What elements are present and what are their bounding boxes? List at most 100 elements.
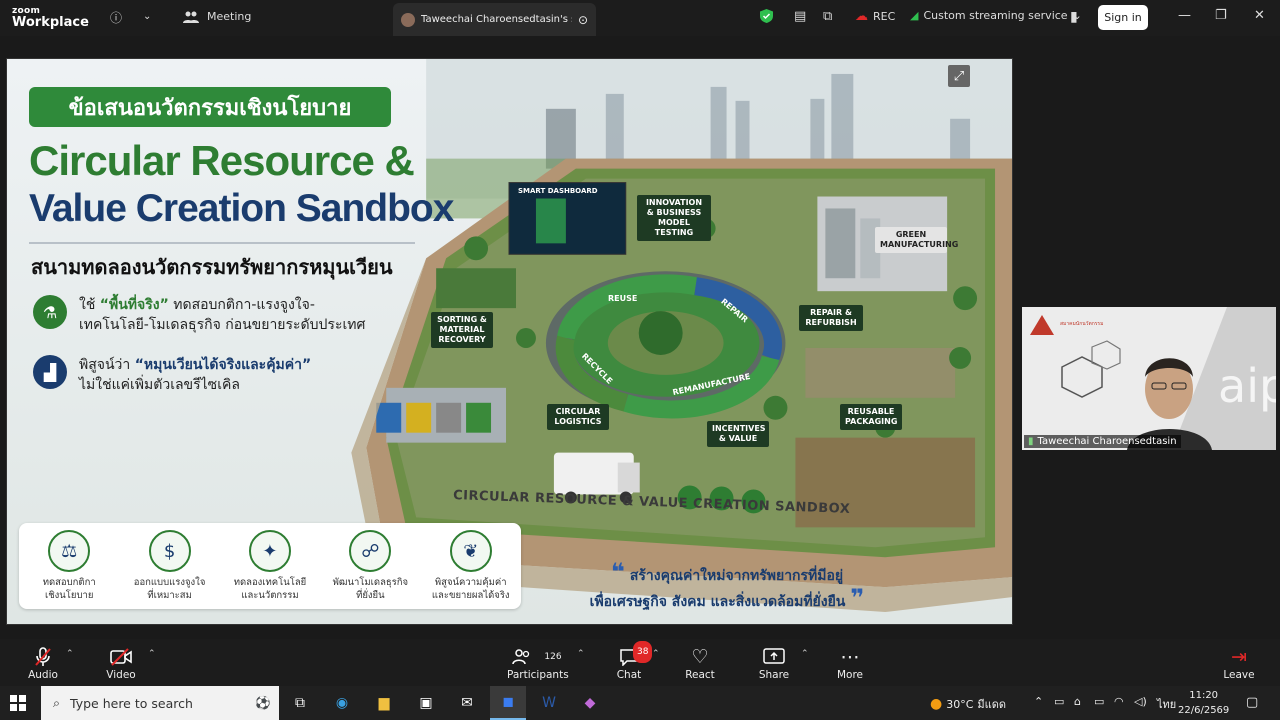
- more-options-icon[interactable]: ⊙: [578, 13, 588, 27]
- info-icon[interactable]: ⓘ: [110, 9, 122, 26]
- taskbar-search[interactable]: ⌕ Type here to search ⚽: [41, 686, 279, 720]
- bullet-text: พิสูจน์ว่า “หมุนเวียนได้จริงและคุ้มค่า” …: [79, 355, 311, 395]
- network-icon[interactable]: ⌂: [1074, 695, 1081, 708]
- weather-widget[interactable]: ● 30°C มีแดด: [930, 695, 1006, 713]
- feature-card: ❦ พิสูจน์ความคุ้มค่า และขยายผลได้จริง: [423, 530, 519, 602]
- store-icon[interactable]: ▣: [408, 686, 444, 720]
- participants-icon: 126: [507, 645, 567, 669]
- label-sorting: SORTING & MATERIAL RECOVERY: [431, 312, 493, 348]
- apps-icon[interactable]: ⧉: [823, 9, 832, 24]
- close-quote-icon: ❞: [850, 584, 865, 612]
- audio-options-caret[interactable]: ⌃: [66, 649, 74, 659]
- chat-button[interactable]: 38 Chat: [599, 641, 659, 681]
- video-options-caret[interactable]: ⌃: [148, 649, 156, 659]
- card-line2: และขยายผลได้จริง: [431, 590, 510, 601]
- participant-count: 126: [544, 652, 562, 662]
- shield-icon[interactable]: [760, 9, 773, 23]
- bullet2-highlight: “หมุนเวียนได้จริงและคุ้มค่า”: [134, 357, 312, 373]
- shared-screen[interactable]: ข้อเสนอนวัตกรรมเชิงนโยบาย Circular Resou…: [6, 58, 1013, 625]
- mail-icon[interactable]: ✉: [449, 686, 485, 720]
- heart-icon: ♡: [691, 646, 709, 668]
- audio-button[interactable]: Audio: [13, 645, 73, 681]
- zoom-logo: zoom Workplace: [12, 6, 89, 29]
- phone-icon[interactable]: ▮: [1070, 9, 1078, 25]
- volume-icon[interactable]: ◁): [1134, 695, 1147, 708]
- file-explorer-icon[interactable]: ▆: [366, 686, 402, 720]
- mic-muted-icon: [13, 645, 73, 669]
- video-label: Video: [106, 669, 136, 681]
- more-icon: ⋯: [840, 646, 860, 668]
- meet-now-icon[interactable]: ▭: [1054, 695, 1064, 708]
- chat-options-caret[interactable]: ⌃: [652, 649, 660, 659]
- share-button[interactable]: Share: [744, 645, 804, 681]
- card-line1: ทดลองเทคโนโลยี: [233, 577, 307, 588]
- edge-icon[interactable]: ◉: [324, 686, 360, 720]
- react-button[interactable]: ♡ React: [670, 645, 730, 681]
- meeting-tab[interactable]: Meeting: [183, 10, 251, 23]
- search-placeholder: Type here to search: [70, 695, 193, 711]
- more-label: More: [836, 669, 864, 681]
- word-icon[interactable]: W: [531, 686, 567, 720]
- clock-time: 11:20: [1189, 690, 1219, 701]
- notification-icon[interactable]: ▢: [1246, 695, 1258, 710]
- video-button[interactable]: Video: [91, 645, 151, 681]
- label-incentives: INCENTIVES & VALUE: [707, 421, 769, 447]
- maps-icon[interactable]: ◆: [572, 686, 608, 720]
- video-frame: aip สมาคมนักนวัตกรรม: [1022, 307, 1276, 450]
- bullet1-prefix: ใช้: [79, 297, 100, 313]
- more-button[interactable]: ⋯ More: [820, 645, 880, 681]
- expand-icon[interactable]: ⤢: [948, 65, 970, 87]
- sign-in-button[interactable]: Sign in: [1098, 5, 1148, 30]
- participant-name: Taweechai Charoensedtasin: [1037, 436, 1177, 447]
- signal-icon: ◢: [910, 9, 919, 22]
- chevron-down-icon[interactable]: ⌄: [143, 11, 151, 22]
- signal-icon: ▮: [1028, 436, 1034, 447]
- feature-card: ⚖ ทดสอบกติกา เชิงนโยบาย: [21, 530, 117, 602]
- bullet-real-area: ⚗ ใช้ “พื้นที่จริง” ทดสอบกติกา-แรงจูงใจ-…: [33, 295, 365, 335]
- streaming-status[interactable]: ◢ Custom streaming service ⌄: [910, 9, 1082, 22]
- taskbar-clock[interactable]: 11:20 22/6/2569: [1178, 688, 1229, 718]
- bullet-prove-value: ▟ พิสูจน์ว่า “หมุนเวียนได้จริงและคุ้มค่า…: [33, 355, 311, 395]
- avatar: [401, 12, 415, 27]
- restore-icon[interactable]: ❐: [1215, 8, 1227, 23]
- windows-start-icon[interactable]: [10, 695, 26, 711]
- slide-badge: ข้อเสนอนวัตกรรมเชิงนโยบาย: [29, 87, 391, 127]
- quote-line2: เพื่อเศรษฐกิจ สังคม และสิ่งแวดล้อมที่ยั่…: [589, 594, 846, 610]
- minimize-icon[interactable]: —: [1178, 8, 1191, 23]
- chart-icon: ▟: [33, 355, 67, 389]
- meeting-label: Meeting: [207, 10, 252, 23]
- language-indicator[interactable]: ไทย: [1157, 695, 1176, 713]
- leaf-icon: ❦: [449, 530, 492, 572]
- task-view-icon[interactable]: ⧉: [282, 686, 318, 720]
- quote-line1: สร้างคุณค่าใหม่จากทรัพยากรที่มีอยู่: [629, 568, 844, 584]
- label-circular-logistics: CIRCULAR LOGISTICS: [547, 404, 609, 430]
- feature-card: $ ออกแบบแรงจูงใจ ที่เหมาะสม: [122, 530, 218, 602]
- lightbulb-icon: ✦: [248, 530, 291, 572]
- wifi-icon[interactable]: ◠: [1114, 695, 1124, 708]
- notes-icon[interactable]: ▤: [794, 9, 806, 24]
- participants-button[interactable]: 126 Participants: [507, 645, 569, 681]
- close-icon[interactable]: ✕: [1254, 8, 1265, 23]
- feature-card: ☍ พัฒนาโมเดลธุรกิจ ที่ยั่งยืน: [322, 530, 418, 602]
- weather-temp: 30°C: [946, 697, 974, 711]
- zoom-taskbar-icon[interactable]: ◼: [490, 686, 526, 720]
- open-quote-icon: ❝: [610, 558, 625, 586]
- search-icon: ⌕: [53, 695, 61, 710]
- money-hand-icon: $: [148, 530, 191, 572]
- label-smart-dashboard: SMART DASHBOARD: [518, 187, 598, 195]
- share-label: Share: [758, 669, 790, 681]
- bullet1-rest: ทดสอบกติกา-แรงจูงใจ-: [168, 297, 315, 313]
- participant-video[interactable]: aip สมาคมนักนวัตกรรม ▮ Taweechai Charoen…: [1022, 307, 1276, 450]
- meeting-controls: Audio ⌃ Video ⌃ 126 Participants ⌃ 38 Ch…: [0, 639, 1280, 686]
- react-label: React: [685, 669, 715, 681]
- bullet2-line2: ไม่ใช่แค่เพิ่มตัวเลขรีไซเคิล: [79, 377, 240, 393]
- cloud-record-icon: ☁: [855, 9, 868, 24]
- battery-icon[interactable]: ▭: [1094, 695, 1104, 708]
- leave-button[interactable]: ⇥ Leave: [1209, 645, 1269, 681]
- chevron-up-icon[interactable]: ⌃: [1034, 695, 1043, 708]
- participants-options-caret[interactable]: ⌃: [577, 649, 585, 659]
- label-reuse: REUSE: [608, 294, 638, 303]
- rec-indicator[interactable]: ☁ REC: [855, 9, 895, 24]
- share-options-caret[interactable]: ⌃: [801, 649, 809, 659]
- screen-share-tab[interactable]: Taweechai Charoensedtasin's scre ⊙: [393, 3, 596, 36]
